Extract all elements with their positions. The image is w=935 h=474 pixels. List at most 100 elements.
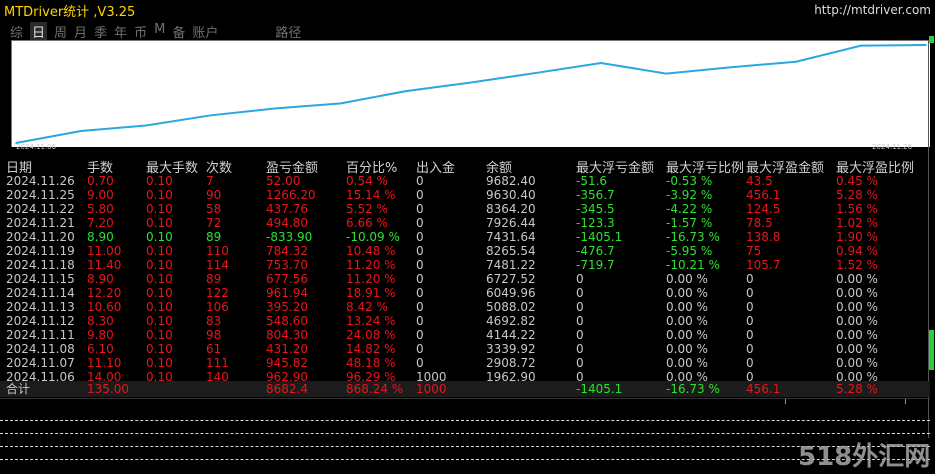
cell-maxfloatlosspct: 0.00 % <box>666 300 708 314</box>
cell-maxlots: 0.10 <box>146 356 173 370</box>
cell-maxfloatprofit: 75 <box>746 244 762 258</box>
tab-yearly[interactable]: 年 <box>114 22 127 41</box>
cell-maxlots: 0.10 <box>146 188 173 202</box>
table-row[interactable]: 2024.11.08 6.10 0.10 61 431.20 14.82 % 0 3339.9… <box>0 342 930 356</box>
cell-maxlots: 0.10 <box>146 216 173 230</box>
cell-date: 2024.11.20 <box>6 230 75 244</box>
table-row[interactable]: 2024.11.21 7.20 0.10 72 494.80 6.66 % 0 7926.44… <box>0 216 930 230</box>
cell-maxfloatprofitpct: 5.28 % <box>836 188 878 202</box>
tab-notes[interactable]: 备 <box>172 22 185 41</box>
table-row[interactable]: 2024.11.15 8.90 0.10 89 677.56 11.20 % 0 6727.5… <box>0 272 930 286</box>
cell-maxfloatlosspct: 0.00 % <box>666 272 708 286</box>
equity-point <box>665 72 667 75</box>
cell-maxfloatprofit: 0 <box>746 356 754 370</box>
cell-maxlots: 0.10 <box>146 286 173 300</box>
table-row[interactable]: 2024.11.25 9.00 0.10 90 1266.20 15.14 % 0 9630.… <box>0 188 930 202</box>
equity-point <box>925 44 927 46</box>
cell-lots: 5.80 <box>87 202 114 216</box>
cell-maxfloatprofit: 124.5 <box>746 202 781 216</box>
cell-pl: 437.76 <box>266 202 308 216</box>
cell-maxfloatlosspct: -3.92 % <box>666 188 713 202</box>
table-row[interactable]: 2024.11.14 12.20 0.10 122 961.94 18.91 % 0 6049… <box>0 286 930 300</box>
cell-pct: 18.91 % <box>346 286 396 300</box>
tab-account[interactable]: 账户 <box>192 22 218 41</box>
tab-path[interactable]: 路径 <box>275 22 301 41</box>
table-row[interactable]: 2024.11.20 8.90 0.10 89 -833.90 -10.09 % 0 7431… <box>0 230 930 244</box>
cell-count: 72 <box>206 216 222 230</box>
cell-lots: 11.10 <box>87 356 122 370</box>
table-row[interactable]: 2024.11.22 5.80 0.10 58 437.76 5.52 % 0 8364.20… <box>0 202 930 216</box>
cell-maxfloatprofit: 456.1 <box>746 188 781 202</box>
cell-count: 98 <box>206 328 222 342</box>
total-maxfloatprofitpct: 5.28 % <box>836 382 878 396</box>
total-maxfloatloss: -1405.1 <box>576 382 623 396</box>
cell-pl: 753.70 <box>266 258 308 272</box>
tab-daily[interactable]: 日 <box>30 22 48 41</box>
table-row[interactable]: 2024.11.12 8.30 0.10 83 548.60 13.24 % 0 4692.8… <box>0 314 930 328</box>
cell-maxfloatlosspct: 0.00 % <box>666 286 708 300</box>
tab-weekly[interactable]: 周 <box>54 22 67 41</box>
tab-summary[interactable]: 综 <box>10 22 23 41</box>
cell-pl: -833.90 <box>266 230 313 244</box>
cell-lots: 12.20 <box>87 286 122 300</box>
cell-pct: 48.18 % <box>346 356 396 370</box>
cell-count: 90 <box>206 188 222 202</box>
app-title: MTDriver统计 ,V3.25 <box>4 5 136 20</box>
cell-balance: 7431.64 <box>486 230 536 244</box>
cell-lots: 8.90 <box>87 272 114 286</box>
table-row[interactable]: 2024.11.13 10.60 0.10 106 395.20 8.42 % 0 5088.… <box>0 300 930 314</box>
table-row[interactable]: 2024.11.19 11.00 0.10 110 784.32 10.48 % 0 8265… <box>0 244 930 258</box>
cell-pct: 8.42 % <box>346 300 388 314</box>
cell-pl: 784.32 <box>266 244 308 258</box>
cell-pl: 1266.20 <box>266 188 316 202</box>
cell-maxfloatprofit: 0 <box>746 286 754 300</box>
equity-line <box>15 44 927 144</box>
cell-date: 2024.11.08 <box>6 342 75 356</box>
cell-pct: 5.52 % <box>346 202 388 216</box>
tab-quarterly[interactable]: 季 <box>94 22 107 41</box>
dashed-line <box>0 433 930 434</box>
cell-maxlots: 0.10 <box>146 202 173 216</box>
tab-m[interactable]: M <box>154 22 165 40</box>
cell-maxfloatprofit: 0 <box>746 328 754 342</box>
cell-count: 89 <box>206 272 222 286</box>
cell-maxlots: 0.10 <box>146 244 173 258</box>
cell-date: 2024.11.22 <box>6 202 75 216</box>
cell-maxlots: 0.10 <box>146 258 173 272</box>
cell-maxfloatloss: -476.7 <box>576 244 615 258</box>
cell-lots: 9.00 <box>87 188 114 202</box>
cell-maxfloatlosspct: 0.00 % <box>666 342 708 356</box>
website-link[interactable]: http://mtdriver.com <box>814 3 931 17</box>
cell-maxfloatlosspct: -10.21 % <box>666 258 720 272</box>
table-row[interactable]: 2024.11.26 0.70 0.10 7 52.00 0.54 % 0 9682.40 -5… <box>0 174 930 188</box>
level-marker <box>929 36 934 43</box>
cell-maxfloatprofit: 78.5 <box>746 216 773 230</box>
cell-maxfloatprofitpct: 0.94 % <box>836 244 878 258</box>
cell-maxlots: 0.10 <box>146 230 173 244</box>
equity-point <box>600 62 602 64</box>
bottom-bar <box>0 398 930 405</box>
cell-maxfloatprofit: 0 <box>746 342 754 356</box>
cell-pct: 14.82 % <box>346 342 396 356</box>
cell-pct: 24.08 % <box>346 328 396 342</box>
cell-maxfloatloss: -356.7 <box>576 188 615 202</box>
tab-monthly[interactable]: 月 <box>74 22 87 41</box>
cell-pct: 11.20 % <box>346 258 396 272</box>
cell-pct: 11.20 % <box>346 272 396 286</box>
cell-balance: 5088.02 <box>486 300 536 314</box>
table-row[interactable]: 2024.11.11 9.80 0.10 98 804.30 24.08 % 0 4144.2… <box>0 328 930 342</box>
cell-count: 89 <box>206 230 222 244</box>
tab-currency[interactable]: 币 <box>134 22 147 41</box>
cell-pl: 548.60 <box>266 314 308 328</box>
table-row[interactable]: 2024.11.18 11.40 0.10 114 753.70 11.20 % 0 7481… <box>0 258 930 272</box>
table-row[interactable]: 2024.11.07 11.10 0.10 111 945.82 48.18 % 0 2908… <box>0 356 930 370</box>
chart-x-end-label: 2024.11.26 <box>872 143 913 151</box>
cell-date: 2024.11.18 <box>6 258 75 272</box>
cell-pl: 494.80 <box>266 216 308 230</box>
chart-x-start-label: 2024.11.06 <box>16 143 57 151</box>
cell-count: 110 <box>206 244 229 258</box>
cell-maxfloatprofitpct: 1.02 % <box>836 216 878 230</box>
cell-maxfloatprofitpct: 0.00 % <box>836 342 878 356</box>
cell-balance: 8364.20 <box>486 202 536 216</box>
cell-maxfloatprofitpct: 0.45 % <box>836 174 878 188</box>
